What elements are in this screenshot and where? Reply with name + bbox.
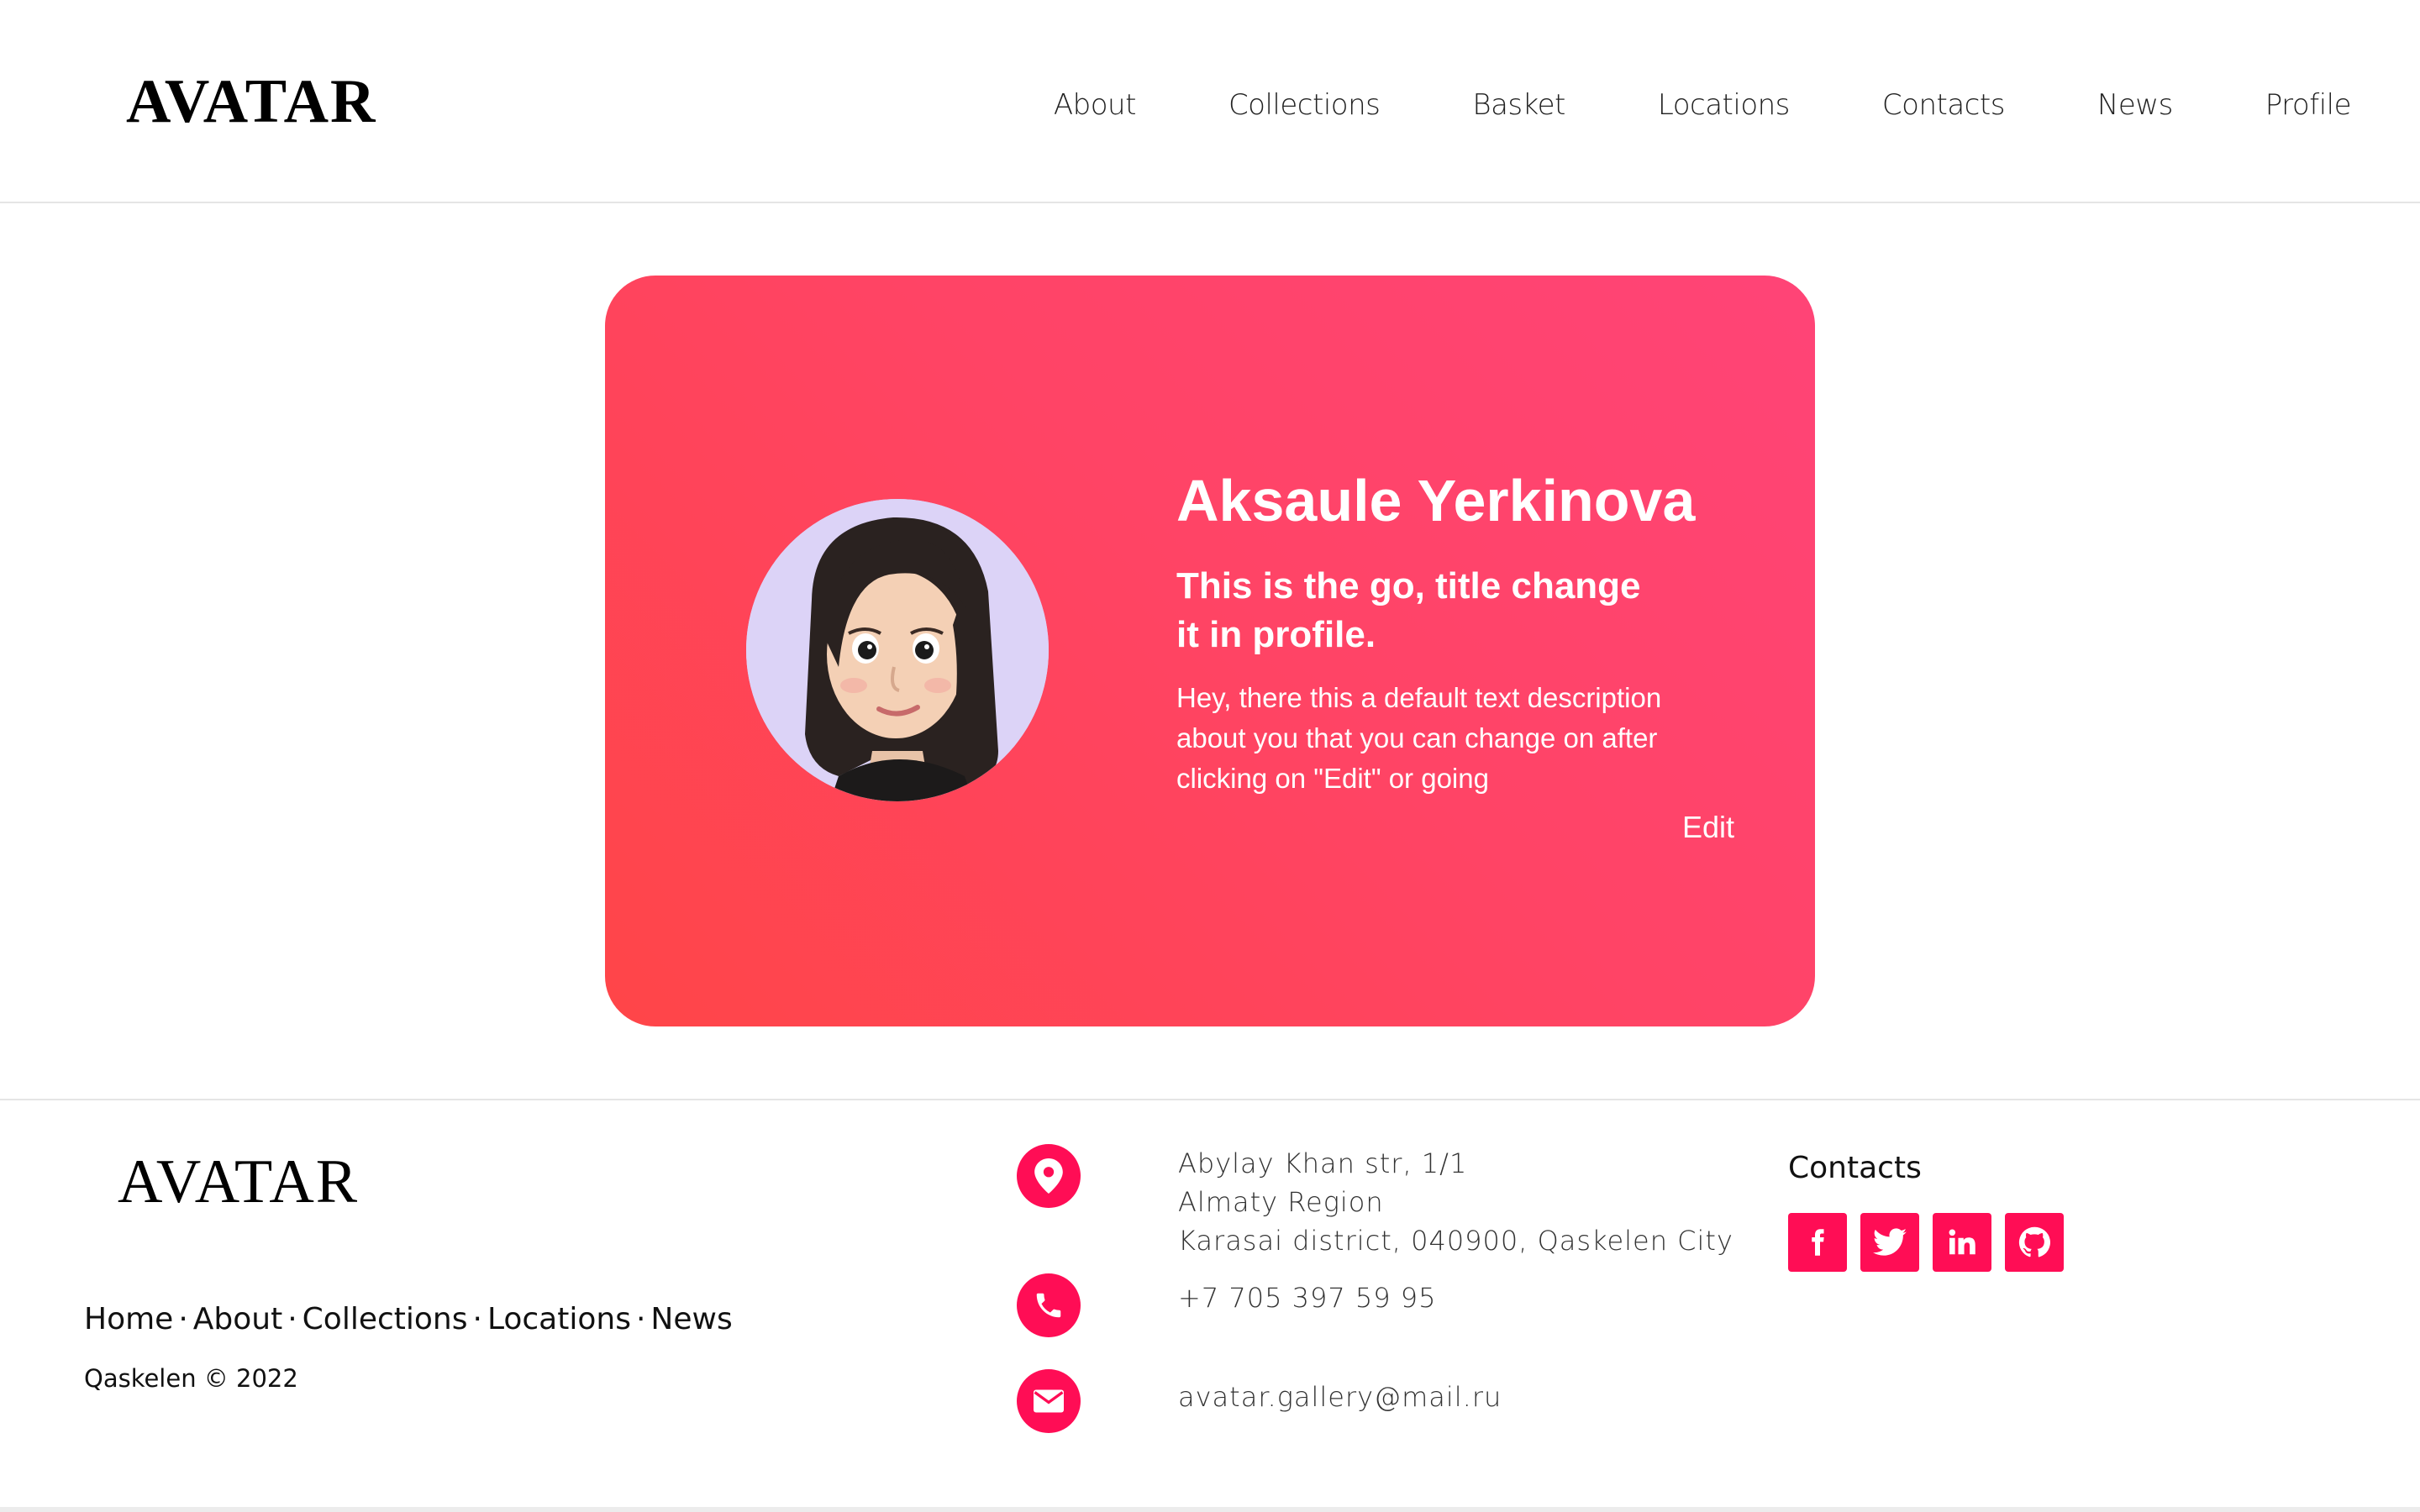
- profile-avatar: [746, 499, 1049, 801]
- phone-icon: [1017, 1273, 1081, 1337]
- footer-link-collections[interactable]: Collections: [302, 1302, 468, 1336]
- nav-about[interactable]: About: [1054, 84, 1137, 126]
- profile-card: Aksaule Yerkinova This is the go, title …: [605, 276, 1815, 1026]
- linkedin-icon[interactable]: [1933, 1213, 1991, 1272]
- phone-text[interactable]: +7 705 397 59 95: [1178, 1278, 1436, 1317]
- contacts-heading: Contacts: [1788, 1151, 1922, 1185]
- footer-separator: ·: [635, 1302, 646, 1336]
- nav-profile[interactable]: Profile: [2265, 84, 2352, 126]
- email-text[interactable]: avatar.gallery@mail.ru: [1178, 1378, 1502, 1416]
- envelope-icon: [1017, 1369, 1081, 1433]
- footer-link-about[interactable]: About: [193, 1302, 282, 1336]
- footer-link-home[interactable]: Home: [84, 1302, 173, 1336]
- footer-separator: ·: [472, 1302, 482, 1336]
- nav-locations[interactable]: Locations: [1658, 84, 1791, 126]
- profile-description: Hey, there this a default text descripti…: [1176, 682, 1662, 794]
- profile-name: Aksaule Yerkinova: [1176, 468, 1696, 533]
- nav-contacts[interactable]: Contacts: [1882, 84, 2006, 126]
- nav-basket[interactable]: Basket: [1472, 84, 1565, 126]
- twitter-icon[interactable]: [1860, 1213, 1919, 1272]
- profile-info: Aksaule Yerkinova This is the go, title …: [1176, 469, 1748, 799]
- footer-logo[interactable]: AVATAR: [118, 1151, 359, 1213]
- facebook-icon[interactable]: [1788, 1213, 1847, 1272]
- phone-row: +7 705 397 59 95: [1017, 1273, 1436, 1337]
- address-row: Abylay Khan str, 1/1 Almaty Region Karas…: [1017, 1144, 1733, 1260]
- site-footer: AVATAR Home · About · Collections · Locations ·…: [0, 1099, 2420, 1512]
- address-line-2: Almaty Region: [1178, 1186, 1384, 1218]
- footer-links: Home · About · Collections · Locations · News: [84, 1302, 733, 1336]
- footer-separator: ·: [178, 1302, 188, 1336]
- nav-collections[interactable]: Collections: [1228, 84, 1381, 126]
- profile-title: This is the go, title change it in profi…: [1176, 565, 1641, 655]
- email-row: avatar.gallery@mail.ru: [1017, 1369, 1502, 1433]
- map-pin-icon: [1017, 1144, 1081, 1208]
- nav-news[interactable]: News: [2097, 84, 2173, 126]
- footer-link-news[interactable]: News: [650, 1302, 732, 1336]
- footer-separator: ·: [287, 1302, 297, 1336]
- address-text: Abylay Khan str, 1/1 Almaty Region Karas…: [1178, 1144, 1733, 1260]
- memoji-avatar-icon: [746, 499, 1049, 801]
- address-line-3: Karasai district, 040900, Qaskelen City: [1178, 1225, 1733, 1257]
- social-links: [1788, 1213, 2064, 1272]
- site-logo[interactable]: AVATAR: [126, 71, 377, 133]
- site-header: AVATAR About Collections Basket Location…: [0, 0, 2420, 203]
- github-icon[interactable]: [2005, 1213, 2064, 1272]
- footer-link-locations[interactable]: Locations: [487, 1302, 631, 1336]
- address-line-1: Abylay Khan str, 1/1: [1178, 1147, 1468, 1179]
- main-nav: About Collections Basket Locations Conta…: [961, 84, 2352, 126]
- edit-profile-link[interactable]: Edit: [1682, 810, 1734, 845]
- copyright-text: Qaskelen © 2022: [84, 1364, 298, 1393]
